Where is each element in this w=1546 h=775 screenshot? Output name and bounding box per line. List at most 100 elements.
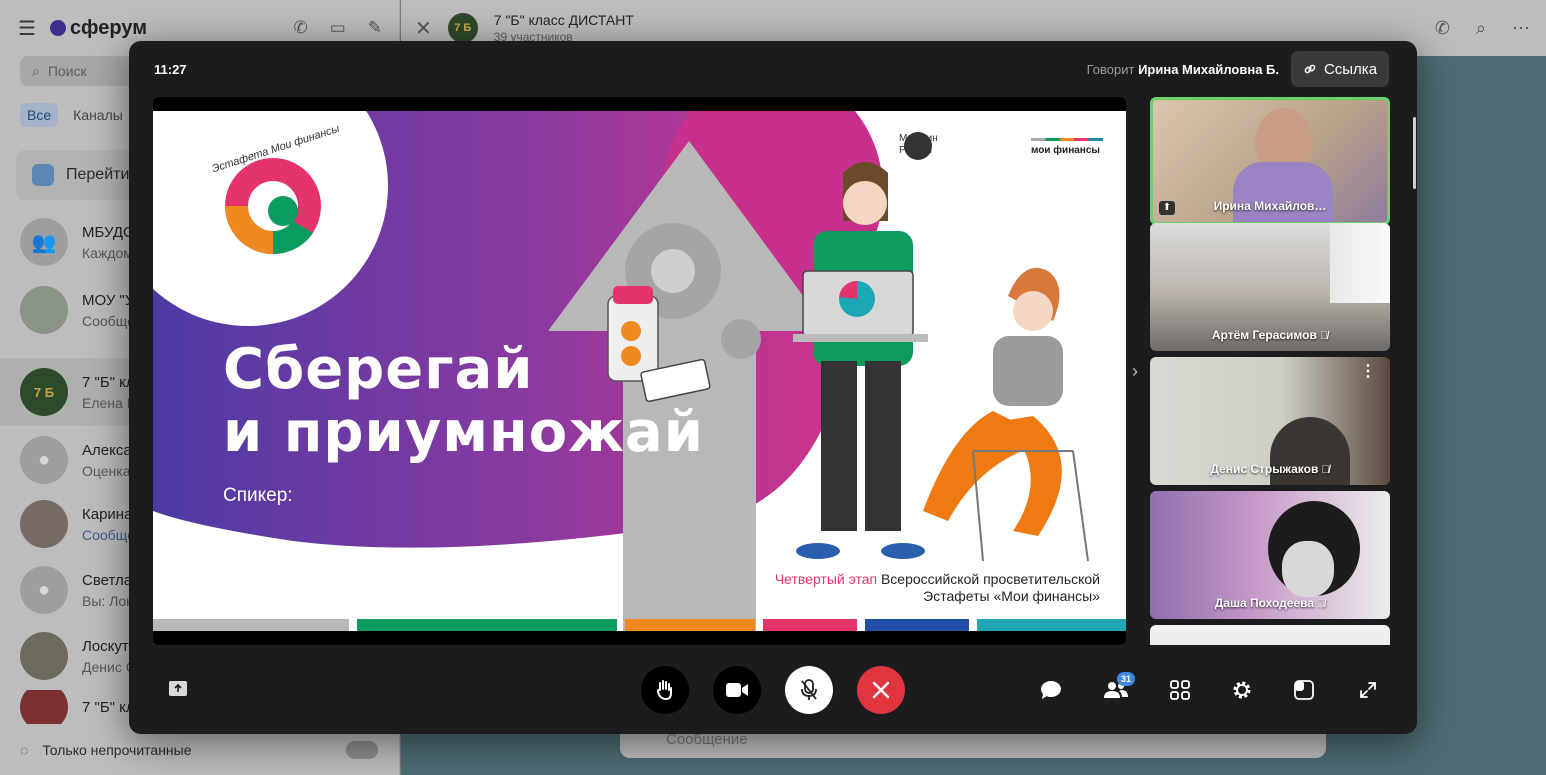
settings-button[interactable] xyxy=(1229,677,1255,703)
participant-name: Ирина Михайлов… xyxy=(1213,199,1327,213)
chat-title: 7 "Б" кл xyxy=(82,373,135,391)
participant-tile[interactable]: Даша Походеева 🎙̸ xyxy=(1150,491,1390,619)
slide-title: Сберегай и приумножай xyxy=(223,337,704,465)
chat-preview: Сообще xyxy=(82,526,135,543)
more-vertical-icon[interactable]: ⋮ xyxy=(1360,364,1376,380)
participant-name-row: Артём Герасимов 🎙̸ xyxy=(1150,328,1390,342)
speaking-prefix: Говорит xyxy=(1086,62,1135,77)
end-call-button[interactable] xyxy=(857,666,905,714)
close-icon xyxy=(872,681,890,699)
chevron-right-icon[interactable]: › xyxy=(1132,361,1138,382)
add-call-icon[interactable]: ✆ xyxy=(293,18,307,38)
mic-off-icon: 🎙̸ xyxy=(1317,598,1326,610)
slide-footer-line-1: Четвертый этап Всероссийской просветител… xyxy=(775,571,1100,588)
chat-preview: Денис С xyxy=(82,658,136,675)
unread-only-label: Только непрочитанные xyxy=(42,742,192,758)
sidebar-top-icons: ✆ ▭ ✎ xyxy=(293,18,382,38)
chat-filter-tabs: Все Каналы xyxy=(20,103,130,127)
chat-preview: Оценка xyxy=(82,462,131,479)
microphone-button[interactable] xyxy=(785,666,833,714)
expand-icon xyxy=(1360,682,1376,698)
tab-channels[interactable]: Каналы xyxy=(66,103,130,127)
goto-icon xyxy=(32,164,54,186)
hand-icon xyxy=(656,680,672,701)
brand-logo: мои финансы xyxy=(1031,145,1100,156)
participant-video-face xyxy=(1282,541,1334,597)
pip-icon xyxy=(1294,680,1314,700)
search-placeholder: Поиск xyxy=(47,63,87,79)
chat-avatar xyxy=(20,286,68,334)
brand-color-bar xyxy=(1031,138,1103,141)
archive-icon[interactable]: ▭ xyxy=(330,18,346,38)
screen-share: Эстафета Мои финансы Минфин России мои ф… xyxy=(153,97,1126,645)
gear-icon xyxy=(1233,681,1251,699)
compose-icon[interactable]: ✎ xyxy=(368,18,382,38)
chat-preview: Сообще xyxy=(82,312,135,329)
chat-button[interactable] xyxy=(1038,677,1064,703)
close-icon[interactable]: ✕ xyxy=(415,16,432,41)
user-avatar-icon: ● xyxy=(20,436,68,484)
call-time: 11:27 xyxy=(154,62,187,77)
picture-in-picture-button[interactable] xyxy=(1291,677,1317,703)
speaking-indicator: Говорит Ирина Михайловна Б. xyxy=(1087,62,1279,77)
participant-tile[interactable] xyxy=(1150,625,1390,645)
ministry-line-2: России xyxy=(899,145,932,156)
search-icon[interactable]: ⌕ xyxy=(1476,18,1486,39)
user-avatar-icon: ● xyxy=(20,566,68,614)
participant-video xyxy=(1330,223,1390,303)
upload-icon xyxy=(174,684,182,692)
chat-title: Лоскут xyxy=(82,637,129,655)
chat-title: МОУ "У xyxy=(82,291,135,309)
share-screen-button[interactable] xyxy=(169,681,187,696)
mic-off-icon xyxy=(801,679,817,700)
ministry-logo: Минфин России xyxy=(899,133,938,157)
copy-link-button[interactable]: Ссылка xyxy=(1291,51,1389,87)
chat-header-avatar: 7 Б xyxy=(447,13,478,43)
group-avatar-icon: 👥 xyxy=(20,218,68,266)
phone-icon[interactable]: ✆ xyxy=(1435,18,1450,39)
speaking-name: Ирина Михайловна Б. xyxy=(1138,62,1279,77)
participants-scrollbar[interactable] xyxy=(1413,117,1416,189)
camera-button[interactable] xyxy=(713,666,761,714)
slide-title-line-2: и приумножай xyxy=(223,399,704,465)
slide-speaker-label: Спикер: xyxy=(223,485,293,506)
participant-name: Даша Походеева xyxy=(1214,596,1315,610)
app-logo-text: сферум xyxy=(69,16,148,39)
chat-avatar xyxy=(20,500,68,548)
chat-avatar xyxy=(20,690,68,724)
unread-only-toggle[interactable] xyxy=(346,741,378,759)
menu-icon[interactable]: ☰ xyxy=(18,16,36,41)
participant-tile[interactable]: ⋮ Денис Стрыжаков 🎙̸ xyxy=(1150,357,1390,485)
filter-icon: ◌ xyxy=(20,742,29,758)
logo-mark-icon xyxy=(49,20,66,36)
participant-video-body xyxy=(1233,162,1333,222)
participant-name: Денис Стрыжаков xyxy=(1210,462,1319,476)
fullscreen-button[interactable] xyxy=(1355,677,1381,703)
more-icon[interactable]: ⋯ xyxy=(1512,18,1530,39)
slide-footer-rest: Всероссийской просветительской xyxy=(877,571,1100,587)
call-window: 11:27 Говорит Ирина Михайловна Б. Ссылка xyxy=(129,41,1417,734)
link-icon xyxy=(1304,64,1316,74)
chat-title: Карина xyxy=(82,505,133,523)
camera-icon xyxy=(726,683,748,697)
chat-preview: Вы: Лок xyxy=(82,592,133,609)
tab-all[interactable]: Все xyxy=(20,103,59,127)
grid-view-button[interactable] xyxy=(1167,677,1193,703)
slide-footer-line-2: Эстафеты «Мои финансы» xyxy=(923,587,1100,604)
participant-tile[interactable]: ⬆ Ирина Михайлов… xyxy=(1150,97,1390,225)
participant-name: Артём Герасимов xyxy=(1211,328,1317,342)
chat-preview: Елена Г xyxy=(82,394,135,411)
chat-title: Светла xyxy=(82,571,133,589)
chat-title: МБУДО xyxy=(82,223,135,241)
ministry-line-1: Минфин xyxy=(899,133,938,144)
search-icon: ⌕ xyxy=(32,62,40,79)
chat-avatar xyxy=(20,632,68,680)
raise-hand-button[interactable] xyxy=(641,666,689,714)
slide-title-line-1: Сберегай xyxy=(223,337,534,402)
slide-footer-highlight: Четвертый этап xyxy=(774,571,878,587)
goto-label: Перейти xyxy=(66,166,130,183)
chat-preview: Каждом xyxy=(82,244,133,261)
participant-tile[interactable]: Артём Герасимов 🎙̸ xyxy=(1150,223,1390,351)
participant-list: ⬆ Ирина Михайлов… Артём Герасимов 🎙̸ ⋮ Де… xyxy=(1150,97,1390,645)
participant-name-row: Денис Стрыжаков 🎙̸ xyxy=(1150,462,1390,476)
